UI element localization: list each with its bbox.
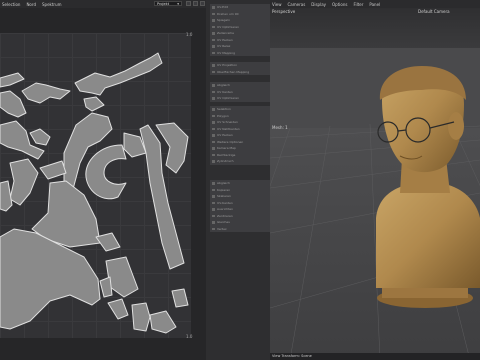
bust-model[interactable] bbox=[270, 8, 480, 360]
3d-viewport[interactable]: Perspective Default Camera Mesh: 1 bbox=[270, 8, 480, 360]
uv-shell bbox=[29, 128, 51, 146]
menu-options[interactable]: Options bbox=[332, 2, 347, 7]
settings-item[interactable]: Vertex bbox=[210, 226, 270, 233]
expand-icon[interactable] bbox=[200, 1, 205, 6]
menu-view[interactable]: View bbox=[272, 2, 282, 7]
uv-shell bbox=[0, 180, 13, 212]
uv-shell-ear bbox=[85, 144, 127, 200]
settings-group-4: Selektion Polygon UV Schneiden UV Nahtka… bbox=[210, 106, 270, 165]
settings-item[interactable]: Zylindrisch bbox=[210, 158, 270, 165]
chevron-down-icon: ▾ bbox=[177, 2, 179, 6]
uv-shell bbox=[99, 276, 113, 298]
settings-group-3: Abgleich UV Kanten UV Optimieren bbox=[210, 82, 270, 102]
uv-shell bbox=[131, 302, 151, 332]
uv-settings-panel: UV-Edit Drehen um 90 Spiegeln UV Optimie… bbox=[206, 0, 270, 360]
uv-shell bbox=[21, 82, 71, 104]
uv-shell bbox=[9, 158, 39, 206]
viewport-camera-label[interactable]: Default Camera bbox=[418, 9, 450, 14]
viewport-status-bar: View Transform: Scene bbox=[270, 353, 480, 360]
settings-item[interactable]: Oberflächen Mapping bbox=[210, 69, 270, 76]
uv-shell bbox=[83, 96, 105, 112]
viewport-menubar: View Cameras Display Options Filter Pane… bbox=[270, 0, 480, 8]
settings-group-1: UV-Edit Drehen um 90 Spiegeln UV Optimie… bbox=[210, 4, 270, 56]
uv-grid[interactable] bbox=[0, 33, 191, 338]
menu-panel[interactable]: Panel bbox=[369, 2, 380, 7]
uv-shell bbox=[171, 288, 189, 308]
menu-display[interactable]: Display bbox=[311, 2, 326, 7]
uv-corner-label-bottom: 1.0 bbox=[186, 334, 193, 339]
menu-cameras[interactable]: Cameras bbox=[288, 2, 306, 7]
uv-corner-label-top: 1.0 bbox=[186, 32, 193, 37]
grid-icon[interactable] bbox=[193, 1, 198, 6]
uv-shells bbox=[0, 52, 189, 334]
settings-group-5: Abgleich Kopieren Skalieren UV-Kanten Au… bbox=[210, 180, 270, 232]
menu-selection[interactable]: Selection bbox=[2, 2, 20, 7]
viewport-view-label: Perspective bbox=[272, 9, 296, 14]
settings-item[interactable]: UV Mapping bbox=[210, 50, 270, 57]
viewport-axis-label: Mesh: 1 bbox=[272, 125, 288, 130]
uv-shell bbox=[39, 160, 67, 180]
uv-shell bbox=[149, 310, 177, 334]
project-select-value: Projekt bbox=[157, 2, 170, 6]
uv-shell-strip bbox=[74, 52, 163, 96]
uv-editor-panel[interactable]: 1.0 1.0 bbox=[0, 8, 206, 360]
uv-shell bbox=[0, 90, 27, 118]
status-text: View Transform: Scene bbox=[272, 354, 312, 358]
settings-item[interactable]: UV Optimieren bbox=[210, 95, 270, 102]
uv-shell bbox=[0, 72, 25, 88]
lock-icon[interactable] bbox=[186, 1, 191, 6]
uv-shell bbox=[95, 232, 121, 252]
menu-spektrum[interactable]: Spektrum bbox=[42, 2, 62, 7]
menu-filter[interactable]: Filter bbox=[353, 2, 363, 7]
project-select[interactable]: Projekt ▾ bbox=[154, 1, 182, 6]
menu-nord[interactable]: Nord bbox=[26, 2, 36, 7]
settings-group-2: UV Projektion Oberflächen Mapping bbox=[210, 62, 270, 75]
uv-shell bbox=[107, 298, 129, 320]
